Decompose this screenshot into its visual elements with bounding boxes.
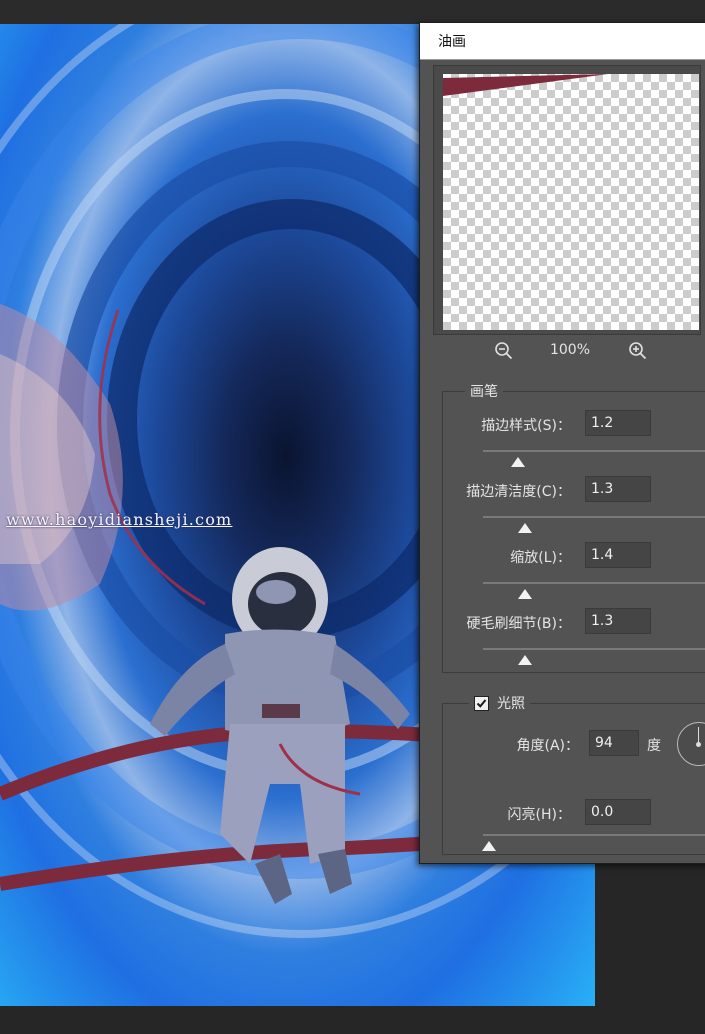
- bristle-detail-slider[interactable]: [483, 648, 705, 650]
- stroke-style-slider-thumb[interactable]: [510, 452, 525, 467]
- oil-paint-dialog: 油画 100% 画笔 描边样式(S)： 1.2 描边清洁度(C)： 1.3 缩放…: [419, 22, 705, 864]
- stroke-cleanliness-slider-thumb[interactable]: [517, 518, 532, 533]
- dialog-title-bar[interactable]: 油画: [420, 23, 705, 60]
- angle-dial-hub: [696, 742, 701, 747]
- scale-slider-thumb[interactable]: [517, 584, 532, 599]
- stroke-style-label: 描边样式(S)：: [481, 418, 571, 434]
- angle-unit-label: 度: [647, 738, 661, 754]
- brush-group-title: 画笔: [465, 381, 503, 401]
- stroke-cleanliness-label: 描边清洁度(C)：: [466, 484, 571, 500]
- zoom-out-icon[interactable]: [494, 341, 514, 361]
- zoom-level-readout: 100%: [549, 342, 591, 358]
- preview-zoom-controls: 100%: [420, 339, 705, 363]
- scale-label: 缩放(L)：: [510, 550, 571, 566]
- zoom-in-icon[interactable]: [628, 341, 648, 361]
- lighting-enable-checkbox[interactable]: [474, 695, 489, 711]
- preview-frame: [433, 65, 701, 335]
- scale-slider[interactable]: [483, 582, 705, 584]
- checkmark-icon: [476, 698, 487, 708]
- stroke-cleanliness-input[interactable]: [585, 476, 651, 502]
- brush-settings-group: 画笔 描边样式(S)： 描边清洁度(C)： 缩放(L)： 硬毛刷细节(B)：: [442, 381, 705, 673]
- shine-slider-thumb[interactable]: [482, 836, 496, 851]
- lighting-group-header: 光照: [469, 693, 530, 713]
- angle-dial[interactable]: [677, 722, 705, 766]
- bristle-detail-input[interactable]: [585, 608, 651, 634]
- stroke-style-input[interactable]: [585, 410, 651, 436]
- bristle-detail-label: 硬毛刷细节(B)：: [466, 616, 571, 632]
- lighting-group-title: 光照: [497, 696, 525, 712]
- lighting-settings-group: 光照 角度(A)： 度 闪亮(H)：: [442, 693, 705, 855]
- dialog-title: 油画: [438, 34, 466, 50]
- filter-preview[interactable]: [443, 74, 699, 330]
- shine-label: 闪亮(H)：: [507, 807, 571, 823]
- shine-slider[interactable]: [483, 834, 705, 836]
- preview-image-fragment: [443, 74, 608, 96]
- angle-input[interactable]: [589, 730, 639, 756]
- angle-label: 角度(A)：: [516, 738, 579, 754]
- scale-input[interactable]: [585, 542, 651, 568]
- stroke-cleanliness-slider[interactable]: [483, 516, 705, 518]
- application-top-bar: [0, 0, 705, 24]
- website-watermark: www.haoyidiansheji.com: [6, 510, 233, 529]
- bristle-detail-slider-thumb[interactable]: [517, 650, 532, 665]
- shine-input[interactable]: [585, 799, 651, 825]
